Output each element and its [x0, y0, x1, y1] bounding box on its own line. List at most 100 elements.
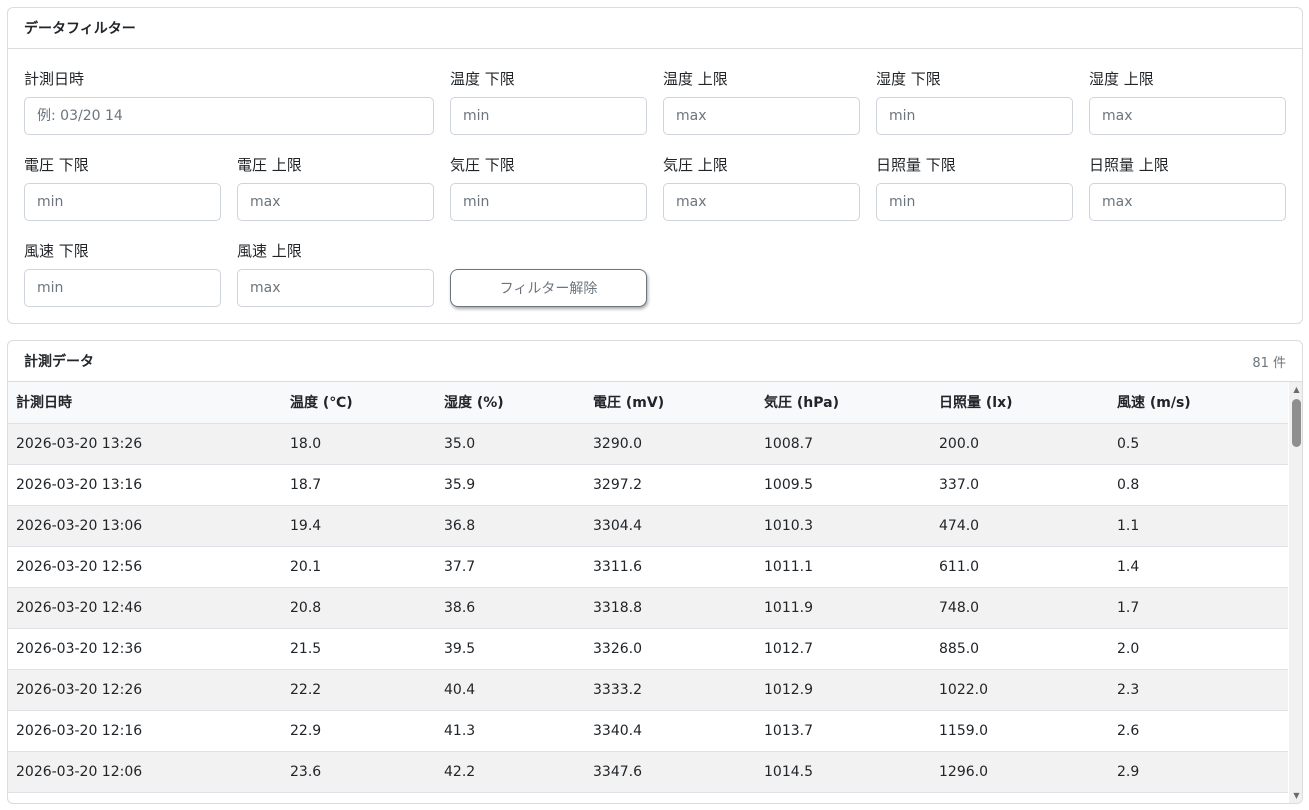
data-table-container[interactable]: 計測日時 温度 (℃) 湿度 (%) 電圧 (mV) 気圧 (hPa) 日照量 …: [8, 382, 1288, 803]
cell-voltage: 3326.0: [585, 628, 756, 670]
cell-humidity: 42.2: [436, 751, 585, 793]
table-row[interactable]: 2026-03-20 12:36 21.5 39.5 3326.0 1012.7 885.…: [8, 628, 1288, 670]
column-header-temperature[interactable]: 温度 (℃): [282, 382, 436, 424]
cell-datetime: 2026-03-20 12:56: [8, 546, 282, 588]
cell-humidity: 35.9: [436, 464, 585, 506]
data-title: 計測データ: [24, 354, 94, 370]
wind-max-input[interactable]: [237, 269, 434, 307]
table-row[interactable]: 2026-03-20 12:06 23.6 42.2 3347.6 1014.5 1296…: [8, 751, 1288, 793]
cell-wind: 2.3: [1109, 669, 1288, 711]
cell-sunlight: 200.0: [931, 423, 1109, 465]
column-header-wind[interactable]: 風速 (m/s): [1109, 382, 1288, 424]
cell-voltage: 3318.8: [585, 587, 756, 629]
cell-sunlight: 748.0: [931, 587, 1109, 629]
column-header-voltage[interactable]: 電圧 (mV): [585, 382, 756, 424]
table-scrollbar[interactable]: ▲ ▼: [1289, 382, 1302, 803]
cell-sunlight: 611.0: [931, 546, 1109, 588]
record-count: 81 件: [1252, 355, 1286, 371]
filter-header: データフィルター: [8, 8, 1302, 49]
cell-pressure: 1009.5: [756, 464, 931, 506]
voltage-min-input[interactable]: [24, 183, 221, 221]
cell-voltage: 3297.2: [585, 464, 756, 506]
humidity-min-label: 湿度 下限: [876, 70, 941, 88]
temperature-max-input[interactable]: [663, 97, 860, 135]
cell-datetime: 2026-03-20 13:06: [8, 505, 282, 547]
cell-voltage: 3333.2: [585, 669, 756, 711]
cell-wind: 1.7: [1109, 587, 1288, 629]
pressure-max-label: 気圧 上限: [663, 156, 728, 174]
cell-sunlight: 1159.0: [931, 710, 1109, 752]
column-header-sunlight[interactable]: 日照量 (lx): [931, 382, 1109, 424]
cell-humidity: 36.8: [436, 505, 585, 547]
scroll-up-icon[interactable]: ▲: [1289, 382, 1302, 397]
cell-datetime: 2026-03-20 12:06: [8, 751, 282, 793]
cell-temperature: 20.1: [282, 546, 436, 588]
cell-pressure: 1014.5: [756, 751, 931, 793]
table-row[interactable]: 2026-03-20 13:26 18.0 35.0 3290.0 1008.7 200.…: [8, 423, 1288, 465]
cell-datetime: 2026-03-20 12:16: [8, 710, 282, 752]
voltage-max-input[interactable]: [237, 183, 434, 221]
filter-panel: データフィルター 計測日時 温度 下限 温度 上限 湿度 下限 湿度 上限 電圧…: [7, 7, 1303, 324]
scroll-down-icon[interactable]: ▼: [1289, 788, 1302, 803]
filter-title: データフィルター: [24, 21, 136, 37]
column-header-humidity[interactable]: 湿度 (%): [436, 382, 585, 424]
cell-wind: 0.5: [1109, 423, 1288, 465]
temperature-min-input[interactable]: [450, 97, 647, 135]
cell-temperature: 23.6: [282, 751, 436, 793]
cell-pressure: 1012.9: [756, 669, 931, 711]
sunlight-max-input[interactable]: [1089, 183, 1286, 221]
table-row[interactable]: 2026-03-20 13:06 19.4 36.8 3304.4 1010.3 474.…: [8, 505, 1288, 547]
cell-datetime: 2026-03-20 13:26: [8, 423, 282, 465]
humidity-max-label: 湿度 上限: [1089, 70, 1154, 88]
cell-wind: 2.9: [1109, 751, 1288, 793]
clear-filter-button[interactable]: フィルター解除: [450, 269, 647, 307]
pressure-min-label: 気圧 下限: [450, 156, 515, 174]
cell-humidity: 39.5: [436, 628, 585, 670]
cell-datetime: 2026-03-20 12:46: [8, 587, 282, 629]
table-row[interactable]: 2026-03-20 12:46 20.8 38.6 3318.8 1011.9 748.…: [8, 587, 1288, 629]
table-row[interactable]: 2026-03-20 12:56 20.1 37.7 3311.6 1011.1 611.…: [8, 546, 1288, 588]
datetime-filter-input[interactable]: [24, 97, 434, 135]
cell-temperature: 18.7: [282, 464, 436, 506]
wind-min-label: 風速 下限: [24, 242, 89, 260]
cell-temperature: 18.0: [282, 423, 436, 465]
humidity-min-input[interactable]: [876, 97, 1073, 135]
cell-temperature: 21.5: [282, 628, 436, 670]
pressure-min-input[interactable]: [450, 183, 647, 221]
cell-voltage: 3347.6: [585, 751, 756, 793]
cell-sunlight: 885.0: [931, 628, 1109, 670]
humidity-max-input[interactable]: [1089, 97, 1286, 135]
cell-voltage: 3304.4: [585, 505, 756, 547]
cell-datetime: 2026-03-20 12:26: [8, 669, 282, 711]
cell-pressure: 1013.7: [756, 710, 931, 752]
column-header-pressure[interactable]: 気圧 (hPa): [756, 382, 931, 424]
table-row[interactable]: 2026-03-20 12:16 22.9 41.3 3340.4 1013.7 1159…: [8, 710, 1288, 752]
cell-sunlight: 474.0: [931, 505, 1109, 547]
column-header-datetime[interactable]: 計測日時: [8, 382, 282, 424]
cell-datetime: 2026-03-20 12:36: [8, 628, 282, 670]
cell-voltage: 3311.6: [585, 546, 756, 588]
sunlight-min-input[interactable]: [876, 183, 1073, 221]
cell-wind: 2.0: [1109, 628, 1288, 670]
table-row[interactable]: 2026-03-20 12:26 22.2 40.4 3333.2 1012.9 1022…: [8, 669, 1288, 711]
table-body: 2026-03-20 13:26 18.0 35.0 3290.0 1008.7 200.…: [8, 423, 1288, 793]
cell-temperature: 22.9: [282, 710, 436, 752]
cell-pressure: 1008.7: [756, 423, 931, 465]
sunlight-min-label: 日照量 下限: [876, 156, 956, 174]
cell-humidity: 37.7: [436, 546, 585, 588]
cell-temperature: 22.2: [282, 669, 436, 711]
table-row[interactable]: 2026-03-20 13:16 18.7 35.9 3297.2 1009.5 337.…: [8, 464, 1288, 506]
cell-wind: 0.8: [1109, 464, 1288, 506]
wind-max-label: 風速 上限: [237, 242, 302, 260]
cell-pressure: 1012.7: [756, 628, 931, 670]
wind-min-input[interactable]: [24, 269, 221, 307]
cell-pressure: 1011.9: [756, 587, 931, 629]
cell-sunlight: 1296.0: [931, 751, 1109, 793]
cell-sunlight: 1022.0: [931, 669, 1109, 711]
voltage-min-label: 電圧 下限: [24, 156, 89, 174]
datetime-filter-label: 計測日時: [24, 70, 85, 88]
scroll-thumb[interactable]: [1292, 399, 1301, 447]
pressure-max-input[interactable]: [663, 183, 860, 221]
cell-voltage: 3340.4: [585, 710, 756, 752]
cell-humidity: 35.0: [436, 423, 585, 465]
